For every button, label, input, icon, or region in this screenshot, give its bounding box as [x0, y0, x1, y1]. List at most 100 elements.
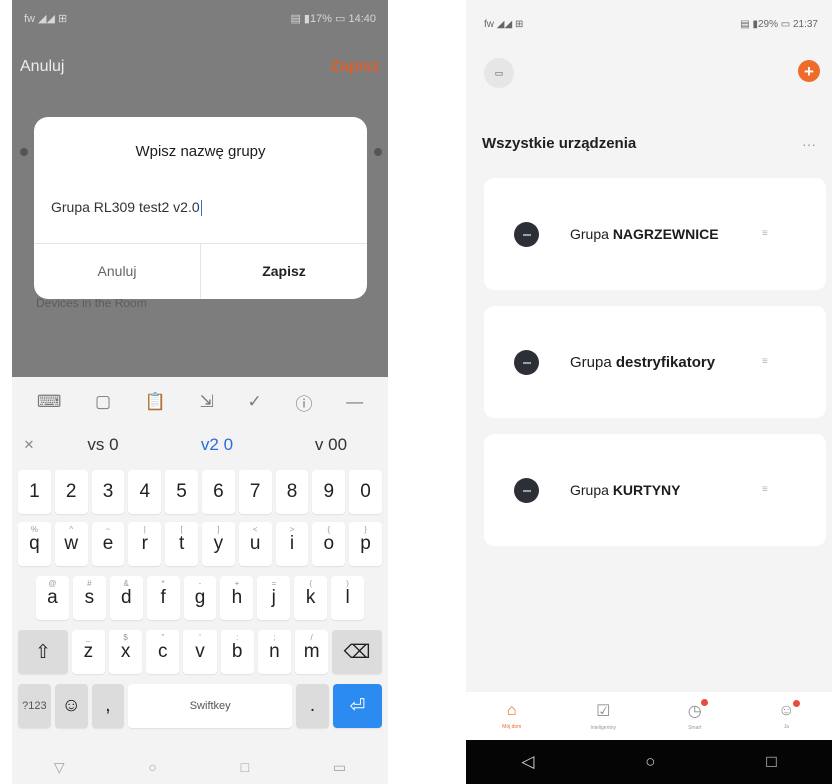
key[interactable]: / m — [295, 630, 329, 674]
shift-key[interactable]: ⇧ — [18, 630, 68, 674]
key[interactable]: + h — [220, 576, 254, 620]
key-label: f — [160, 587, 166, 608]
key[interactable]: " c — [146, 630, 180, 674]
key-alt: + — [234, 579, 240, 588]
key[interactable]: :b — [220, 630, 254, 674]
key[interactable]: 0 — [349, 470, 382, 514]
add-device-button[interactable]: + — [798, 60, 820, 82]
drag-handle-icon[interactable]: ≡ — [762, 228, 768, 239]
emoji-key[interactable]: ☺ — [54, 684, 88, 728]
key[interactable]: ' v — [183, 630, 217, 674]
key[interactable]: | r — [128, 522, 162, 566]
key[interactable]: < u — [238, 522, 272, 566]
key[interactable]: 2 — [54, 470, 88, 514]
device-card[interactable]: Grupa destryfikatory ≡ — [484, 306, 826, 418]
home-icon[interactable]: ○ — [148, 759, 156, 775]
back-icon[interactable]: ◁ — [521, 752, 534, 772]
close-icon[interactable]: ✕ — [12, 437, 46, 453]
key[interactable]: 7 — [238, 470, 272, 514]
device-name-prefix: Grupa — [570, 354, 616, 371]
key[interactable]: ~ e — [91, 522, 125, 566]
key-alt: @ — [48, 579, 57, 588]
key[interactable]: 9 — [312, 470, 346, 514]
key-alt: & — [123, 579, 129, 588]
key-alt: - — [198, 579, 202, 588]
handwriting-icon[interactable]: ✓ — [248, 392, 262, 412]
suggestion-item[interactable]: vs 0 — [46, 435, 160, 455]
key[interactable]: 4 — [128, 470, 162, 514]
drag-handle-icon[interactable]: ≡ — [762, 356, 768, 367]
recents-icon[interactable]: □ — [241, 759, 249, 775]
key-alt: > — [289, 525, 295, 534]
group-name-dialog: Wpisz nazwę grupy Grupa RL309 test2 v2.0… — [34, 117, 367, 299]
key[interactable]: % q — [18, 522, 51, 566]
symbols-key[interactable]: ?123 — [18, 684, 51, 728]
clipboard-icon[interactable]: 📋 — [145, 392, 166, 412]
key[interactable]: ] y — [201, 522, 235, 566]
cursor-move-icon[interactable]: ⇲ — [200, 392, 214, 412]
more-icon[interactable]: — — [346, 392, 363, 412]
sticker-icon[interactable]: ▢ — [95, 392, 111, 412]
key-alt: } — [364, 525, 367, 534]
device-card[interactable]: Grupa KURTYNY ≡ — [484, 434, 826, 546]
profile-glyph: ☺ — [778, 702, 795, 719]
tab-me[interactable]: ☺ Ja — [756, 700, 816, 730]
device-card[interactable]: Grupa NAGRZEWNICE ≡ — [484, 178, 826, 290]
key[interactable]: ; n — [257, 630, 292, 674]
back-icon[interactable]: ▽ — [54, 759, 65, 776]
key[interactable]: _ z — [71, 630, 105, 674]
key[interactable]: & d — [109, 576, 143, 620]
cancel-button[interactable]: Anuluj — [20, 58, 64, 76]
tab-home[interactable]: ⌂ Mój dom — [482, 702, 542, 730]
key[interactable]: ^ w — [54, 522, 88, 566]
info-icon[interactable]: ⓘ — [295, 390, 312, 415]
navigation-bar: ▽ ○ □ ▭ — [12, 750, 388, 784]
key[interactable]: 8 — [275, 470, 309, 514]
suggestion-bar: ✕ vs 0 v2 0 v 00 — [12, 426, 388, 464]
key[interactable]: -g — [183, 576, 217, 620]
keyboard-toolbar: ⌨ ▢ 📋 ⇲ ✓ ⓘ — — [12, 378, 388, 426]
key[interactable]: ) l — [331, 576, 365, 620]
enter-key[interactable]: ⏎ — [332, 684, 383, 728]
key[interactable]: > i — [275, 522, 309, 566]
save-button[interactable]: Zapisz — [330, 58, 380, 76]
period-key[interactable]: . — [296, 684, 329, 728]
group-name-input[interactable]: Grupa RL309 test2 v2.0 — [51, 199, 202, 217]
keyboard-hide-icon[interactable]: ▭ — [333, 759, 346, 776]
drag-handle-icon[interactable]: ≡ — [762, 484, 768, 495]
backspace-key[interactable]: ⌫ — [332, 630, 383, 674]
key[interactable]: = j — [257, 576, 291, 620]
key[interactable]: 5 — [165, 470, 198, 514]
key-label: y — [213, 533, 224, 554]
key[interactable]: (k — [294, 576, 328, 620]
key[interactable]: # s — [72, 576, 106, 620]
suggestion-item-selected[interactable]: v2 0 — [160, 435, 274, 455]
dialog-save-button[interactable]: Zapisz — [201, 243, 367, 299]
key[interactable]: {o — [312, 522, 346, 566]
key[interactable]: 6 — [201, 470, 235, 514]
key[interactable]: 1 — [18, 470, 51, 514]
key-label: o — [323, 533, 335, 554]
key[interactable]: @ a — [36, 576, 69, 620]
tab-smart[interactable]: ◷ Smart — [665, 699, 725, 731]
key[interactable]: 3 — [91, 470, 125, 514]
key[interactable]: [t — [165, 522, 198, 566]
key-label: t — [178, 533, 185, 554]
key[interactable]: $ x — [109, 630, 143, 674]
key-alt: { — [327, 525, 331, 534]
checklist-icon: ☑ — [596, 703, 611, 720]
keyboard-row-q: % q ^ w ~ e | r [t ] y < u > i {o } p — [18, 522, 382, 566]
keyboard-icon[interactable]: ⌨ — [37, 392, 62, 412]
key-label: b — [231, 641, 243, 662]
tab-smart-scenes[interactable]: ☑ Inteligentny — [573, 701, 633, 731]
home-selector-icon[interactable]: ▭ — [484, 58, 514, 88]
more-icon[interactable]: ··· — [802, 136, 816, 152]
suggestion-item[interactable]: v 00 — [274, 435, 388, 455]
key[interactable]: * f — [146, 576, 180, 620]
comma-key[interactable]: , — [91, 684, 125, 728]
recents-icon[interactable]: □ — [766, 752, 776, 772]
home-icon[interactable]: ○ — [645, 752, 655, 772]
dialog-cancel-button[interactable]: Anuluj — [34, 243, 200, 299]
key[interactable]: } p — [349, 522, 382, 566]
space-key[interactable]: Swiftkey — [128, 684, 293, 728]
